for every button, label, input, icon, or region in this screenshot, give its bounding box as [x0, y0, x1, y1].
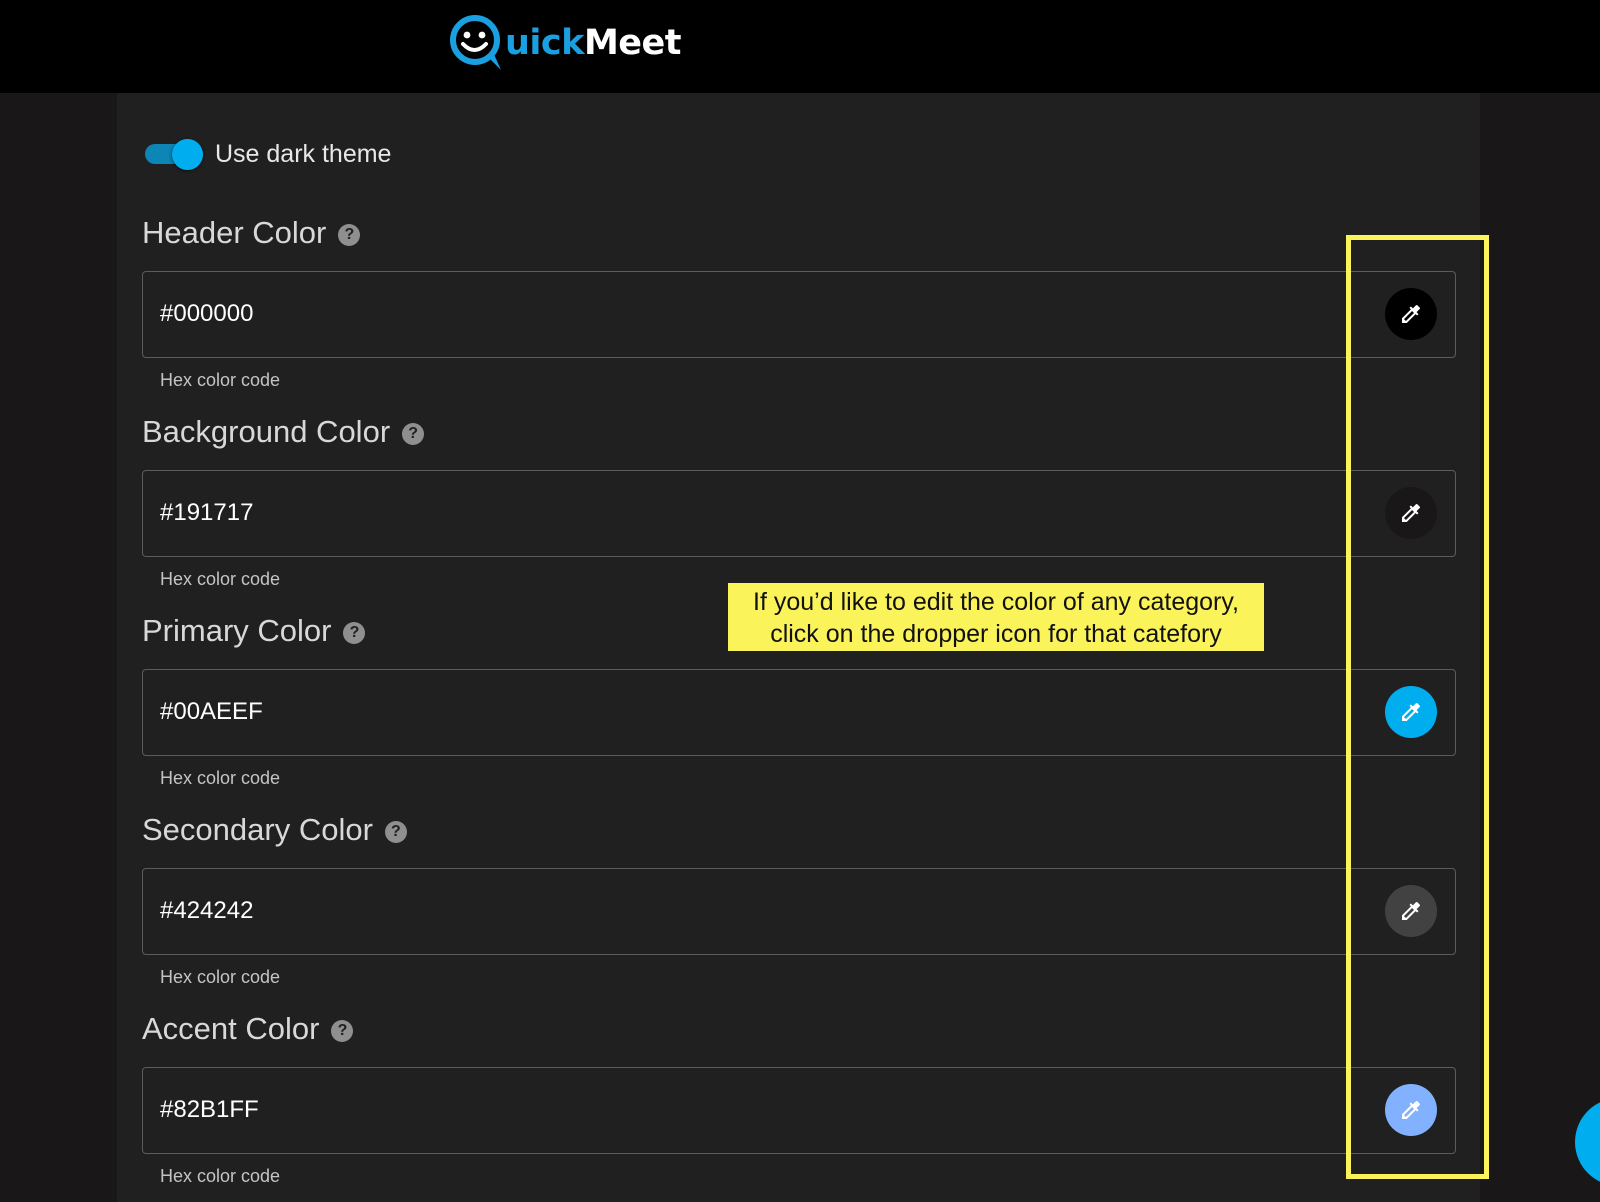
secondary-color-input[interactable] [160, 869, 1310, 953]
help-icon[interactable]: ? [384, 821, 407, 843]
help-icon[interactable]: ? [338, 224, 361, 246]
accent-color-dropper-button[interactable] [1385, 1084, 1437, 1136]
toggle-thumb [172, 139, 203, 170]
accent-color-title-text: Accent Color [142, 1011, 320, 1046]
background-color-input[interactable] [160, 471, 1310, 555]
accent-color-input[interactable] [160, 1068, 1310, 1152]
help-icon[interactable]: ? [343, 622, 366, 644]
secondary-color-dropper-button[interactable] [1385, 885, 1437, 937]
dark-theme-toggle[interactable] [145, 137, 203, 171]
primary-color-dropper-button[interactable] [1385, 686, 1437, 738]
primary-color-field [142, 669, 1456, 756]
header-color-field [142, 271, 1456, 358]
header-color-title-text: Header Color [142, 215, 327, 250]
help-icon[interactable]: ? [402, 423, 425, 445]
logo-wordmark-main: Meet [583, 23, 682, 63]
annotation-line-1: If you’d like to edit the color of any c… [753, 588, 1239, 616]
secondary-color-title-text: Secondary Color [142, 812, 373, 847]
annotation-callout: If you’d like to edit the color of any c… [728, 583, 1264, 651]
logo-wordmark: uickMeet [505, 23, 681, 63]
floating-action-button[interactable] [1575, 1098, 1600, 1186]
header-color-dropper-button[interactable] [1385, 288, 1437, 340]
background-color-helper: Hex color code [160, 569, 281, 589]
secondary-color-helper: Hex color code [160, 967, 281, 987]
help-icon[interactable]: ? [331, 1020, 354, 1042]
primary-color-helper: Hex color code [160, 768, 281, 788]
eyedropper-icon [1402, 702, 1420, 721]
eyedropper-icon [1402, 304, 1420, 323]
background-color-field [142, 470, 1456, 557]
accent-color-title: Accent Color ? [142, 1010, 354, 1048]
secondary-color-field [142, 868, 1456, 955]
secondary-color-title: Secondary Color ? [142, 811, 407, 849]
header-color-title: Header Color ? [142, 214, 361, 252]
smiley-chat-logo-icon [450, 15, 501, 70]
eyedropper-icon [1402, 1100, 1420, 1119]
header-color-helper: Hex color code [160, 370, 281, 390]
primary-color-title-text: Primary Color [142, 613, 332, 648]
top-bar: uickMeet [0, 0, 1600, 93]
background-color-title: Background Color ? [142, 413, 425, 451]
quickmeet-logo[interactable]: uickMeet [447, 12, 681, 72]
primary-color-input[interactable] [160, 670, 1310, 754]
annotation-line-2: click on the dropper icon for that catef… [770, 620, 1222, 648]
logo-wordmark-accent: uick [505, 23, 584, 63]
accent-color-field [142, 1067, 1456, 1154]
eyedropper-icon [1402, 901, 1420, 920]
background-color-dropper-button[interactable] [1385, 487, 1437, 539]
dark-theme-label: Use dark theme [215, 139, 392, 168]
header-color-input[interactable] [160, 272, 1310, 356]
accent-color-helper: Hex color code [160, 1166, 281, 1186]
primary-color-title: Primary Color ? [142, 612, 366, 650]
dark-theme-row: Use dark theme [145, 137, 391, 171]
eyedropper-icon [1402, 503, 1420, 522]
background-color-title-text: Background Color [142, 414, 391, 449]
